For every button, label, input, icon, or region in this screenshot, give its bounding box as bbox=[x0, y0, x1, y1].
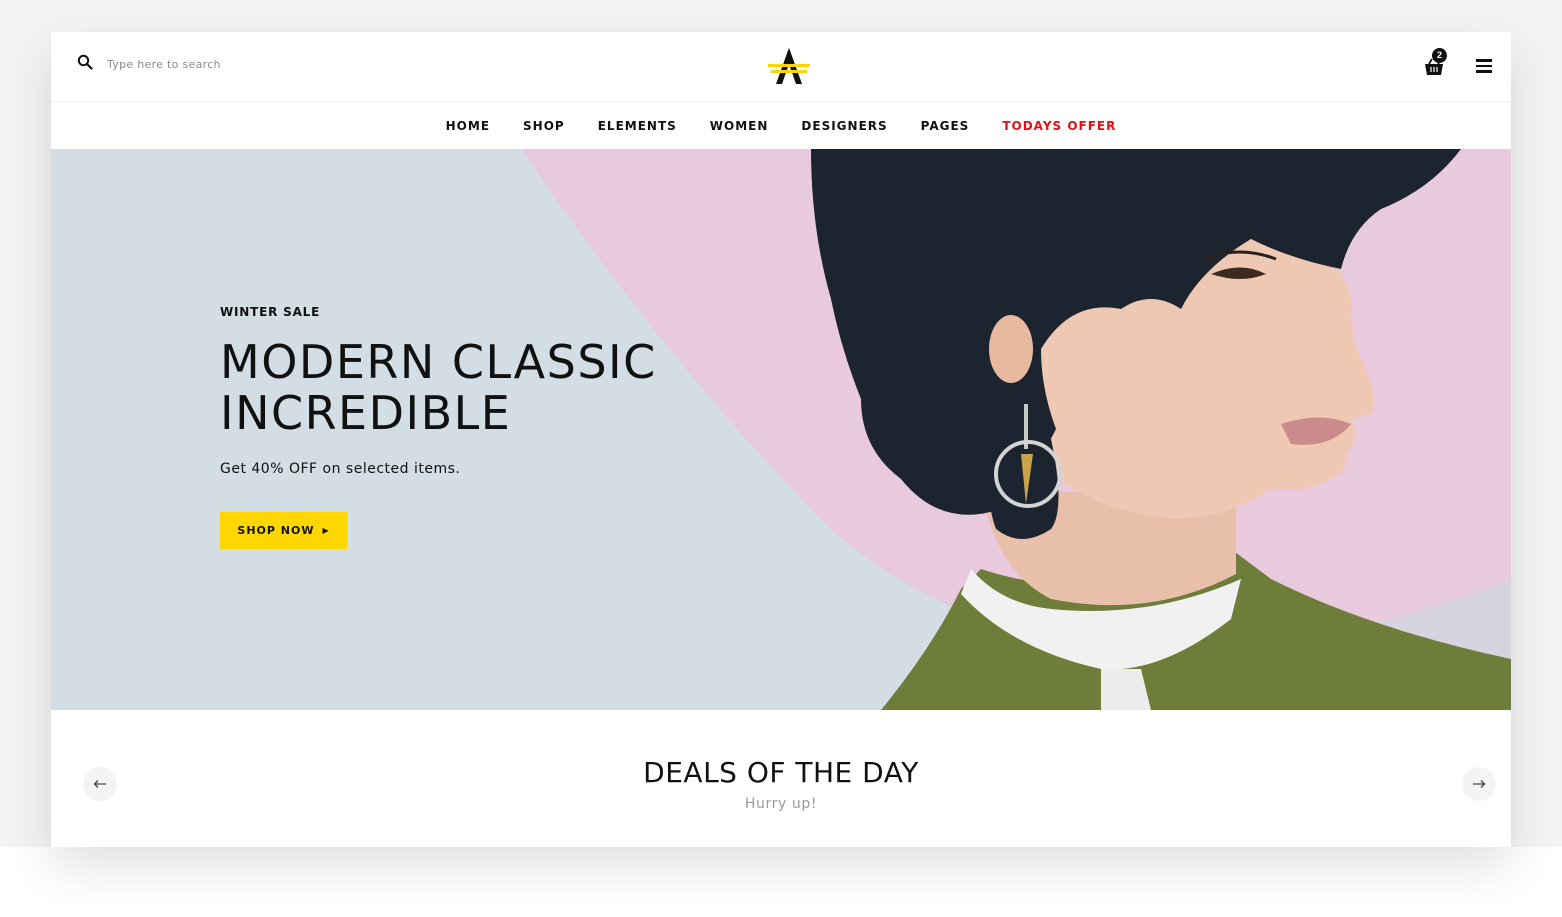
shop-now-button[interactable]: SHOP NOW ▶ bbox=[220, 512, 347, 549]
caret-right-icon: ▶ bbox=[322, 526, 330, 535]
nav-item-shop[interactable]: SHOP bbox=[523, 119, 565, 133]
nav-item-designers[interactable]: DESIGNERS bbox=[801, 119, 887, 133]
nav-item-pages[interactable]: PAGES bbox=[921, 119, 970, 133]
page-background bbox=[0, 847, 1562, 917]
cart-count-badge: 2 bbox=[1432, 48, 1447, 63]
hero-headline-line-2: INCREDIBLE bbox=[220, 386, 512, 440]
hero-subtext: Get 40% OFF on selected items. bbox=[220, 461, 461, 477]
nav-item-todays-offer[interactable]: TODAYS OFFER bbox=[1002, 119, 1116, 133]
search-input[interactable] bbox=[107, 54, 327, 75]
nav-item-women[interactable]: WOMEN bbox=[710, 119, 769, 133]
shop-now-label: SHOP NOW bbox=[237, 524, 315, 537]
main-navigation: HOME SHOP ELEMENTS WOMEN DESIGNERS PAGES… bbox=[51, 102, 1511, 149]
deals-section: DEALS OF THE DAY Hurry up! bbox=[51, 710, 1511, 847]
deals-title: DEALS OF THE DAY bbox=[643, 756, 919, 789]
browser-frame: 2 HOME SHOP ELEMENTS WOMEN DESIGNERS PAG… bbox=[51, 32, 1511, 847]
nav-item-home[interactable]: HOME bbox=[446, 119, 490, 133]
hero-eyebrow: WINTER SALE bbox=[220, 305, 321, 319]
nav-item-elements[interactable]: ELEMENTS bbox=[598, 119, 677, 133]
site-header: 2 bbox=[51, 32, 1511, 102]
hero-headline-line-1: MODERN CLASSIC bbox=[220, 335, 657, 389]
hamburger-menu-icon[interactable] bbox=[1476, 59, 1492, 73]
hero-content: WINTER SALE MODERN CLASSIC INCREDIBLE Ge… bbox=[220, 305, 657, 549]
carousel-next-button[interactable] bbox=[1462, 767, 1496, 801]
site-logo[interactable] bbox=[767, 46, 811, 86]
hero-headline: MODERN CLASSIC INCREDIBLE bbox=[220, 337, 657, 439]
search-bar bbox=[77, 54, 327, 75]
hero-banner: WINTER SALE MODERN CLASSIC INCREDIBLE Ge… bbox=[51, 149, 1511, 710]
arrow-right-icon bbox=[1472, 777, 1486, 792]
deals-subtitle: Hurry up! bbox=[744, 796, 818, 812]
search-icon[interactable] bbox=[77, 54, 93, 75]
